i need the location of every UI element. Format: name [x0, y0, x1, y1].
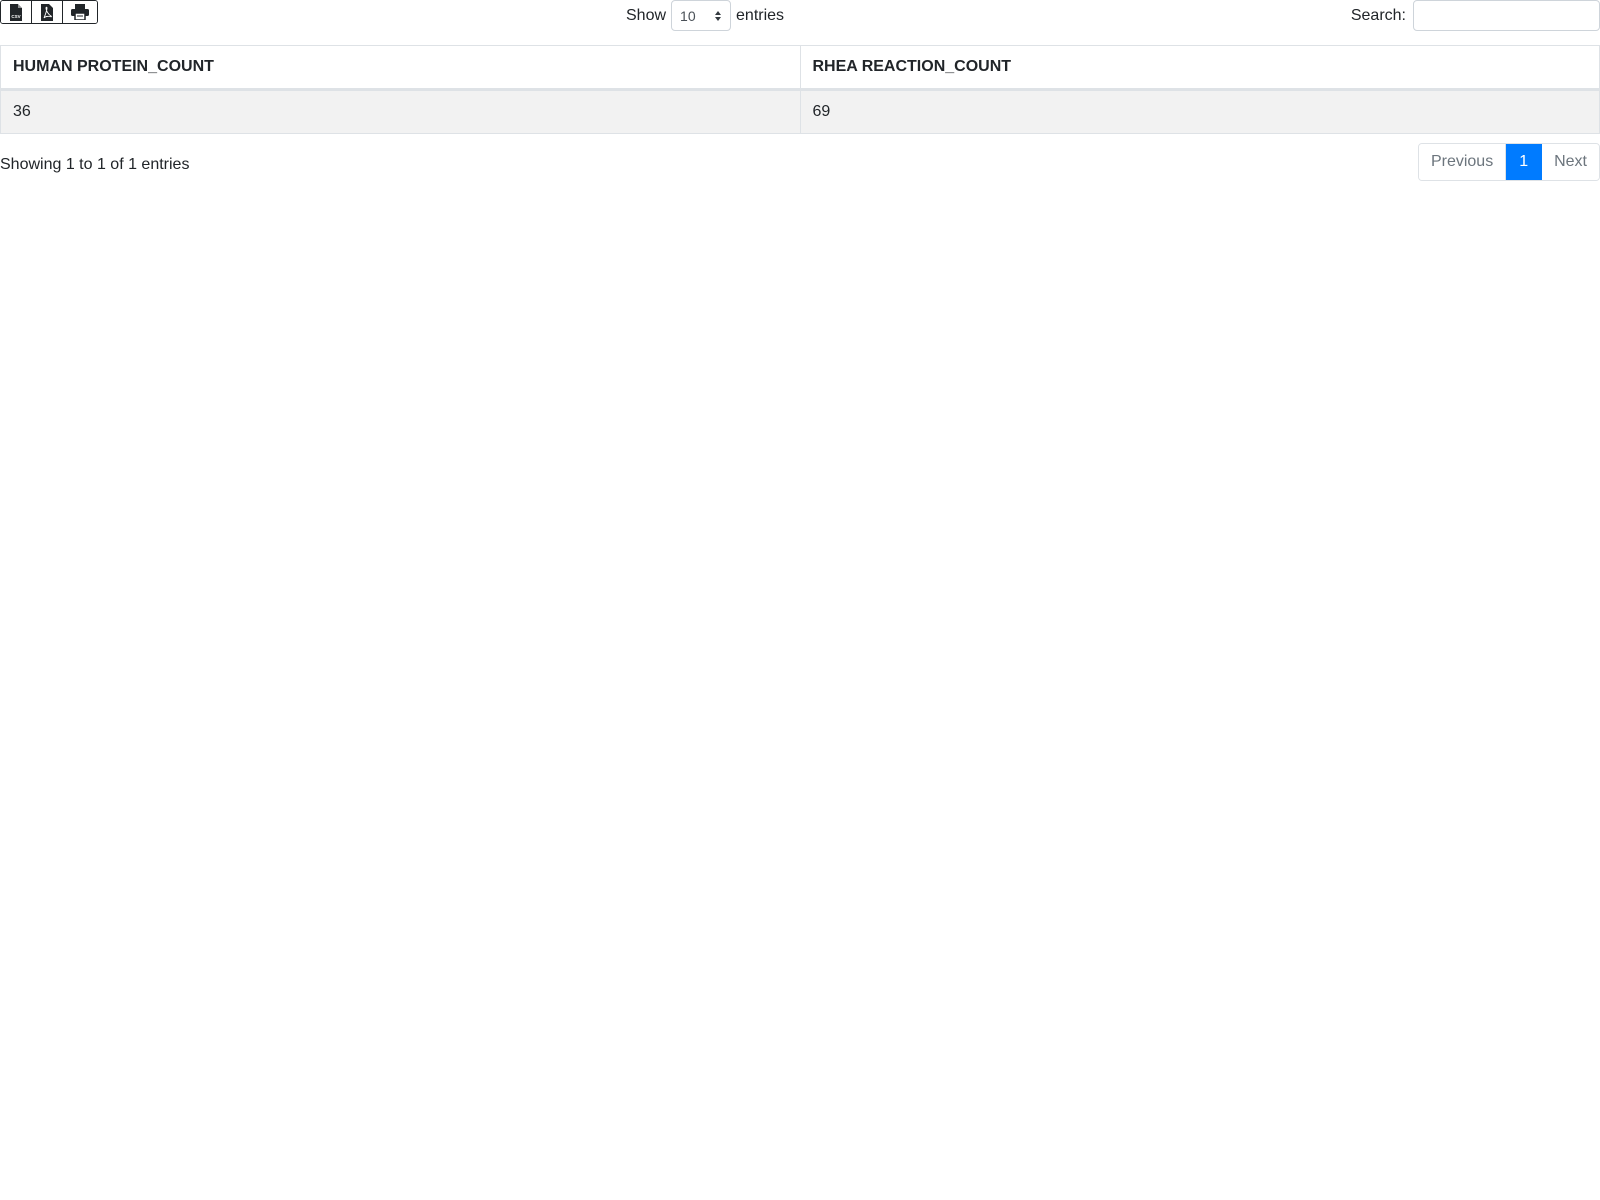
- pdf-file-icon: [41, 3, 53, 21]
- print-button[interactable]: [63, 1, 97, 23]
- column-header-rhea-reaction-count[interactable]: RHEA REACTION_COUNT: [799, 45, 1600, 91]
- search-label: Search:: [1350, 6, 1406, 24]
- table-row: 36 69: [0, 89, 1600, 134]
- entries-per-page-select[interactable]: 10: [671, 0, 732, 31]
- length-control: Show 10 entries: [626, 0, 784, 31]
- export-pdf-button[interactable]: [32, 1, 63, 23]
- column-header-human-protein-count[interactable]: HUMAN PROTEIN_COUNT: [0, 45, 801, 91]
- print-icon: [71, 4, 89, 20]
- search-input[interactable]: [1413, 0, 1600, 31]
- entries-per-page-value: 10: [680, 7, 696, 24]
- page-1-button[interactable]: 1: [1506, 144, 1543, 180]
- sort-arrows-icon: [715, 10, 722, 21]
- previous-page-button[interactable]: Previous: [1418, 144, 1507, 180]
- next-page-button[interactable]: Next: [1542, 144, 1599, 180]
- table-cell: 69: [799, 89, 1600, 134]
- length-suffix-label: entries: [736, 6, 785, 24]
- table-cell: 36: [0, 89, 801, 134]
- length-prefix-label: Show: [626, 6, 667, 24]
- search-control: Search:: [1351, 0, 1600, 31]
- csv-file-icon: CSV: [10, 3, 22, 21]
- export-button-group: CSV: [0, 0, 98, 24]
- export-csv-button[interactable]: CSV: [1, 1, 32, 23]
- table-info: Showing 1 to 1 of 1 entries: [0, 156, 190, 173]
- svg-text:CSV: CSV: [11, 14, 20, 19]
- data-table: HUMAN PROTEIN_COUNT RHEA REACTION_COUNT …: [0, 45, 1600, 134]
- table-header-row: HUMAN PROTEIN_COUNT RHEA REACTION_COUNT: [0, 45, 1600, 91]
- pagination: Previous 1 Next: [1417, 143, 1600, 181]
